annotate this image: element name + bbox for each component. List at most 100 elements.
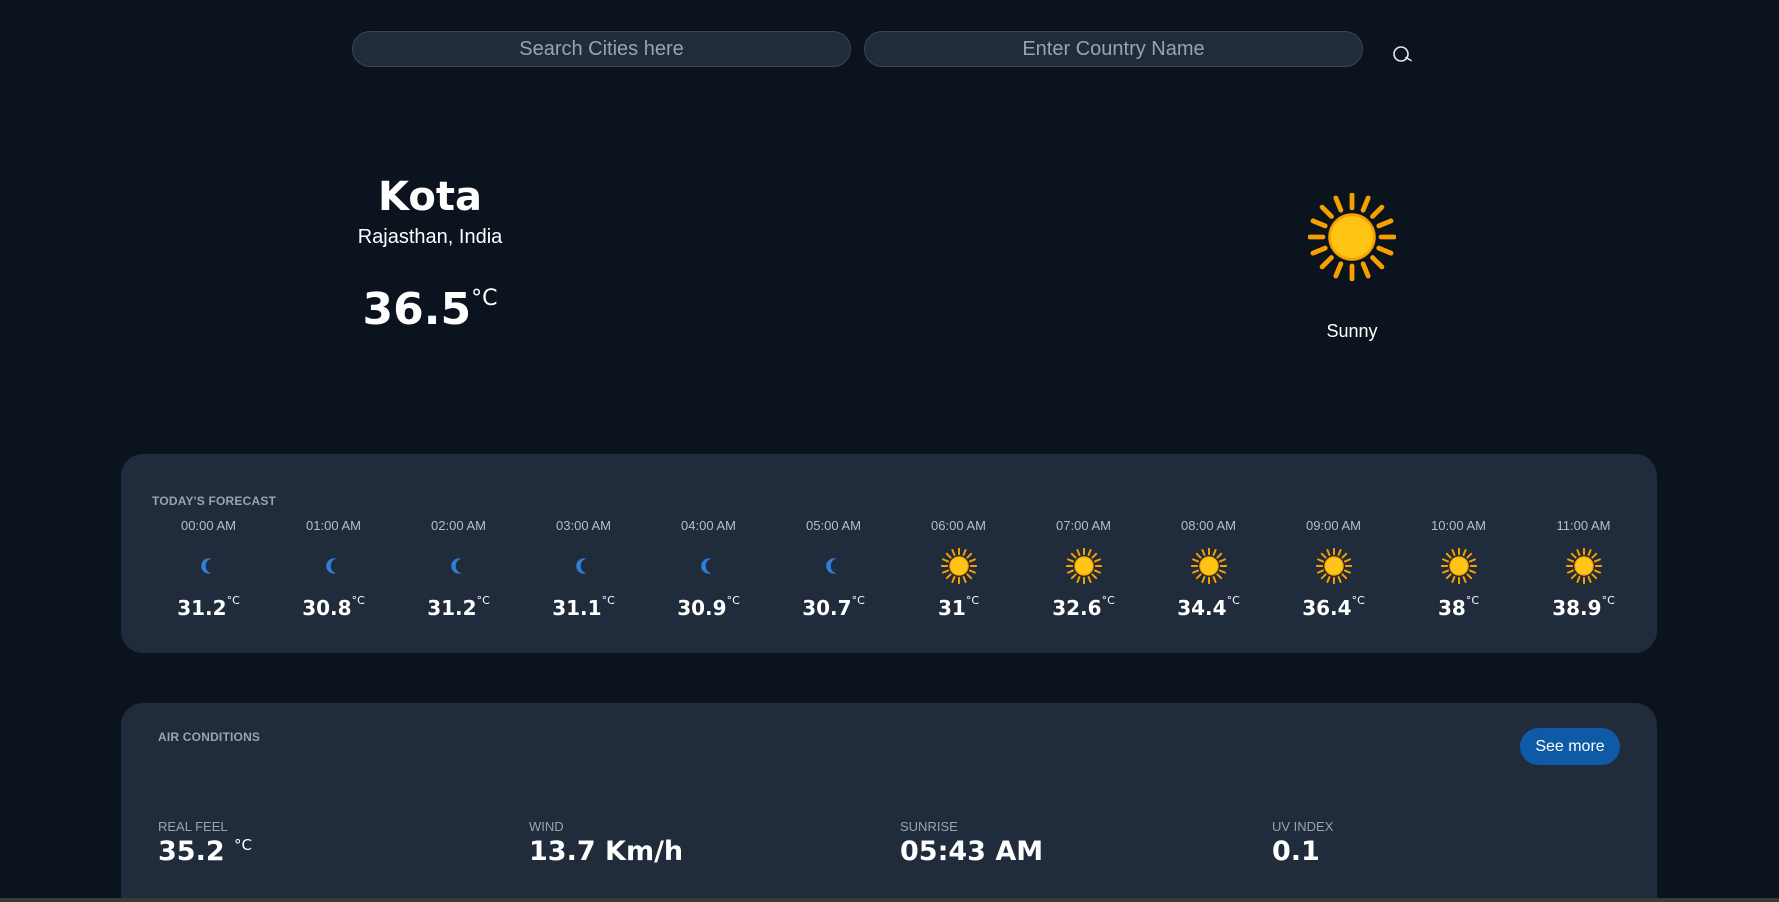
metric-value-text: 0.1 [1272,836,1320,867]
metric-value: 13.7 Km/h [529,836,683,867]
forecast-hour-time: 10:00 AM [1431,518,1486,533]
weather-condition: Sunny [1326,321,1378,341]
forecast-hour-time: 03:00 AM [556,518,611,533]
air-metric-real-feel: REAL FEEL 35.2 °C [158,819,252,867]
forecast-hour-item: 07:00 AM 32.6°C [1021,518,1146,620]
search-icon [1393,46,1412,62]
forecast-hour-unit: °C [1601,594,1615,607]
metric-label: UV INDEX [1272,819,1334,834]
city-name: Kota [378,174,482,220]
forecast-hour-unit: °C [726,594,740,607]
forecast-hour-temp-value: 38.9 [1552,596,1602,620]
forecast-hour-time: 07:00 AM [1056,518,1111,533]
search-button[interactable] [1390,43,1418,67]
forecast-hour-item: 02:00 AM 31.2°C [396,518,521,620]
forecast-hour-temp-value: 32.6 [1052,596,1102,620]
air-conditions-title: AIR CONDITIONS [158,730,261,744]
forecast-title: TODAY'S FORECAST [152,494,277,508]
forecast-hour-time: 11:00 AM [1556,518,1611,533]
forecast-hour-temp: 38.9°C [1521,594,1646,620]
forecast-hour-item: 09:00 AM 36.4°C [1271,518,1396,620]
air-metric-sunrise: SUNRISE 05:43 AM [900,819,1043,867]
region-country: Rajasthan, India [357,226,503,248]
metric-label: WIND [529,819,564,834]
moon-icon [146,542,271,590]
forecast-hour-temp-value: 30.7 [802,596,852,620]
hourly-forecast-list: 00:00 AM 31.2°C 01:00 AM 30.8°C 02:00 AM 3… [146,518,1646,620]
country-name-input[interactable] [864,31,1363,67]
metric-unit: °C [234,836,253,854]
forecast-hour-unit: °C [476,594,490,607]
moon-icon [396,542,521,590]
forecast-hour-item: 00:00 AM 31.2°C [146,518,271,620]
sun-icon [896,542,1021,590]
forecast-hour-temp: 31.2°C [146,594,271,620]
forecast-hour-time: 04:00 AM [681,518,736,533]
forecast-hour-temp: 31.1°C [521,594,646,620]
sun-icon [1146,542,1271,590]
forecast-hour-unit: °C [1226,594,1240,607]
forecast-hour-temp: 38°C [1396,594,1521,620]
current-temperature-value: 36.5 [362,284,472,335]
city-search-input[interactable] [352,31,851,67]
air-conditions-panel: AIR CONDITIONS See more REAL FEEL 35.2 °… [121,703,1657,902]
forecast-hour-temp: 30.7°C [771,594,896,620]
moon-icon [771,542,896,590]
forecast-hour-unit: °C [965,594,980,607]
forecast-hour-temp-value: 30.9 [677,596,727,620]
forecast-hour-time: 09:00 AM [1306,518,1361,533]
forecast-hour-item: 08:00 AM 34.4°C [1146,518,1271,620]
forecast-hour-time: 01:00 AM [306,518,361,533]
forecast-hour-temp: 31.2°C [396,594,521,620]
metric-label: SUNRISE [900,819,958,834]
moon-icon [646,542,771,590]
forecast-hour-item: 03:00 AM 31.1°C [521,518,646,620]
metric-value: 35.2 °C [158,836,252,867]
forecast-hour-temp: 30.8°C [271,594,396,620]
air-metric-uv-index: UV INDEX 0.1 [1272,819,1333,867]
sun-icon [1521,542,1646,590]
moon-icon [271,542,396,590]
forecast-hour-time: 00:00 AM [181,518,236,533]
forecast-hour-unit: °C [851,594,865,607]
forecast-hour-temp-value: 36.4 [1302,596,1352,620]
forecast-hour-temp: 32.6°C [1021,594,1146,620]
sun-icon [1021,542,1146,590]
metric-value-text: 13.7 Km/h [529,836,684,867]
forecast-hour-temp-value: 34.4 [1177,596,1227,620]
current-temperature: 36.5°C [300,284,560,335]
forecast-hour-time: 08:00 AM [1181,518,1236,533]
forecast-hour-item: 01:00 AM 30.8°C [271,518,396,620]
forecast-hour-temp: 30.9°C [646,594,771,620]
see-more-button[interactable]: See more [1520,728,1620,765]
metric-value: 05:43 AM [900,836,1043,867]
forecast-hour-time: 02:00 AM [431,518,486,533]
forecast-hour-item: 06:00 AM 31°C [896,518,1021,620]
air-metric-wind: WIND 13.7 Km/h [529,819,683,867]
temperature-unit: °C [471,286,498,311]
forecast-hour-temp-value: 31.2 [177,596,227,620]
forecast-hour-unit: °C [1465,594,1480,607]
forecast-hour-item: 05:00 AM 30.7°C [771,518,896,620]
forecast-hour-item: 04:00 AM 30.9°C [646,518,771,620]
sun-icon [1396,542,1521,590]
metric-label: REAL FEEL [158,819,228,834]
forecast-hour-unit: °C [1351,594,1365,607]
metric-value-text: 35.2 [158,836,225,867]
forecast-hour-temp: 31°C [896,594,1021,620]
metric-value: 0.1 [1272,836,1333,867]
forecast-hour-item: 11:00 AM 38.9°C [1521,518,1646,620]
moon-icon [521,542,646,590]
forecast-hour-unit: °C [351,594,365,607]
metric-value-text: 05:43 AM [900,836,1044,867]
forecast-hour-unit: °C [226,594,240,607]
weather-app: Kota Rajasthan, India 36.5°C Sunny TODAY… [0,0,1779,902]
window-bottom-border [0,898,1779,902]
forecast-hour-temp-value: 30.8 [302,596,352,620]
forecast-hour-unit: °C [1101,594,1115,607]
forecast-hour-temp: 36.4°C [1271,594,1396,620]
forecast-hour-temp: 34.4°C [1146,594,1271,620]
sun-icon [1307,192,1397,282]
todays-forecast-panel: TODAY'S FORECAST 00:00 AM 31.2°C 01:00 AM… [121,454,1657,653]
forecast-hour-time: 05:00 AM [806,518,861,533]
